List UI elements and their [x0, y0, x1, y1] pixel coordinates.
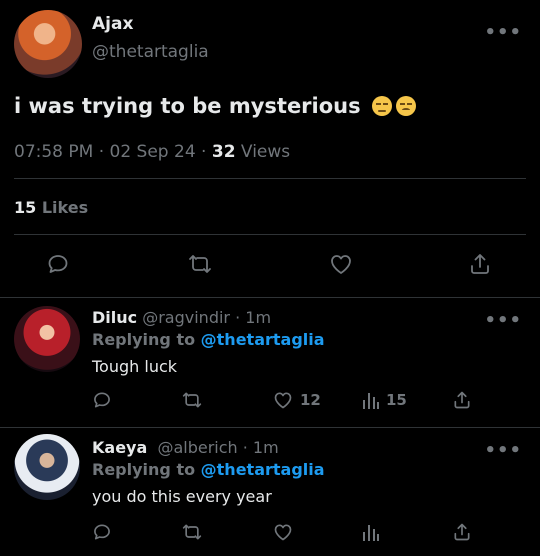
views-label: Views — [235, 142, 291, 162]
reply-icon — [94, 524, 110, 540]
likes-label: Likes — [36, 198, 89, 217]
like-button[interactable]: 12 — [272, 390, 321, 410]
views-icon — [363, 525, 379, 541]
likes-summary[interactable]: 15 Likes — [14, 198, 88, 217]
reply-text: Tough luck — [92, 357, 178, 376]
reply-display-name[interactable]: Diluc — [92, 308, 137, 327]
like-button[interactable] — [328, 252, 354, 276]
handle[interactable]: @thetartaglia — [92, 42, 209, 62]
divider — [14, 178, 526, 179]
like-icon — [274, 392, 292, 409]
replying-to-link[interactable]: @thetartaglia — [201, 330, 325, 349]
retweet-icon — [182, 524, 202, 540]
views-count: 32 — [211, 142, 236, 162]
likes-count: 15 — [14, 198, 37, 217]
views-icon — [363, 393, 379, 409]
retweet-button[interactable] — [186, 252, 214, 276]
reply-header: Diluc @ragvindir · 1m — [92, 308, 271, 327]
reply-actions: 12 15 — [0, 390, 540, 420]
reply-button[interactable] — [92, 522, 112, 542]
replying-prefix: Replying to — [92, 330, 201, 349]
reply-handle[interactable]: @alberich — [157, 438, 237, 457]
share-icon — [454, 391, 470, 409]
replying-to: Replying to @thetartaglia — [92, 330, 325, 349]
divider — [0, 427, 540, 428]
share-button[interactable] — [452, 522, 472, 542]
like-button[interactable] — [272, 522, 294, 542]
reply-header: Kaeya @alberich · 1m — [92, 438, 279, 457]
tweet-text-content: i was trying to be mysterious — [14, 94, 361, 118]
reply-actions — [0, 522, 540, 552]
reply-text: you do this every year — [92, 487, 272, 506]
views-count: 15 — [386, 391, 407, 409]
reply-icon — [48, 255, 68, 273]
tweet-actions — [0, 252, 540, 282]
timestamp[interactable]: 07:58 PM · 02 Sep 24 · — [14, 142, 212, 162]
more-icon[interactable]: ••• — [484, 310, 522, 331]
tweet-text: i was trying to be mysterious — [14, 94, 416, 118]
share-button[interactable] — [452, 390, 472, 410]
replying-to: Replying to @thetartaglia — [92, 460, 325, 479]
avatar[interactable] — [14, 306, 80, 372]
retweet-button[interactable] — [180, 522, 204, 542]
reply-time[interactable]: · 1m — [238, 438, 279, 457]
divider — [0, 297, 540, 298]
share-button[interactable] — [468, 252, 492, 276]
retweet-button[interactable] — [180, 390, 204, 410]
share-icon — [471, 254, 489, 274]
avatar[interactable] — [14, 10, 82, 78]
views-button[interactable]: 15 — [362, 390, 407, 410]
share-icon — [454, 523, 470, 541]
avatar[interactable] — [14, 434, 80, 500]
views-button[interactable] — [362, 522, 380, 542]
reply-display-name[interactable]: Kaeya — [92, 438, 147, 457]
reply-button[interactable] — [46, 252, 70, 276]
retweet-icon — [189, 255, 211, 273]
divider — [14, 234, 526, 235]
reply-icon — [94, 392, 110, 408]
more-icon[interactable]: ••• — [484, 440, 522, 461]
pensive-face-icon — [371, 96, 392, 116]
tweet-meta: 07:58 PM · 02 Sep 24 · 32 Views — [14, 142, 290, 162]
like-icon — [331, 255, 351, 274]
more-icon[interactable]: ••• — [484, 22, 522, 43]
replying-to-link[interactable]: @thetartaglia — [201, 460, 325, 479]
retweet-icon — [182, 392, 202, 408]
like-count: 12 — [300, 391, 321, 409]
reply-button[interactable] — [92, 390, 112, 410]
frowning-face-icon — [395, 96, 416, 116]
reply-handle[interactable]: @ragvindir — [142, 308, 230, 327]
display-name[interactable]: Ajax — [92, 14, 133, 34]
replying-prefix: Replying to — [92, 460, 201, 479]
reply-time[interactable]: · 1m — [230, 308, 271, 327]
like-icon — [274, 524, 292, 541]
